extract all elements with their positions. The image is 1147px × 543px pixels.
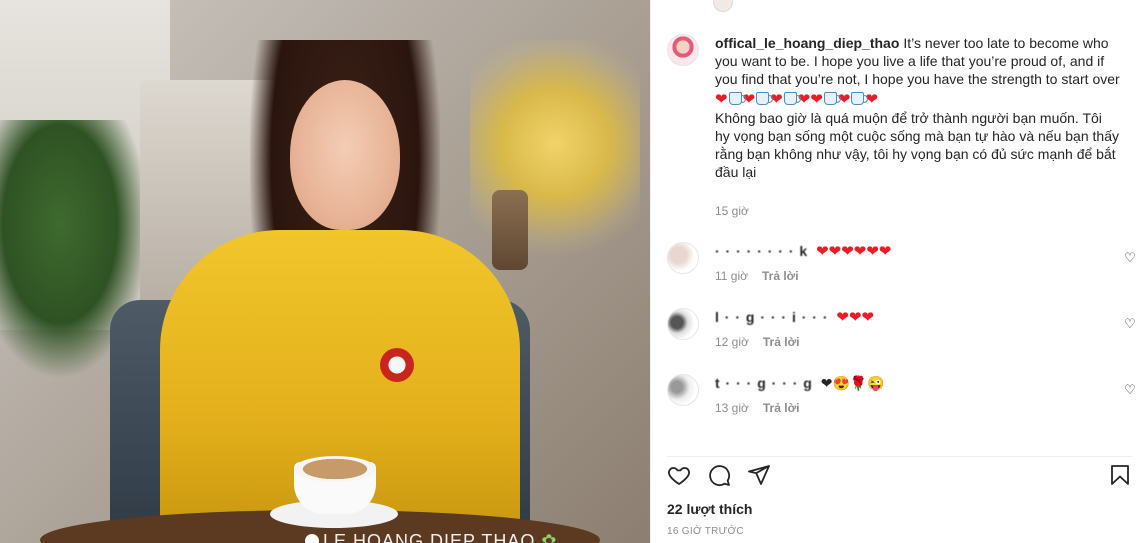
author-avatar[interactable]: [667, 34, 699, 66]
coffee-surface: [294, 456, 376, 482]
comment-like-heart-icon[interactable]: ♡: [1123, 316, 1137, 331]
clover-icon: ✿: [541, 531, 558, 543]
commenter-username[interactable]: · · · · · · · · k: [715, 242, 808, 260]
paper-plane-icon[interactable]: [747, 463, 771, 487]
comment-item: l · · g · · · i · · · ❤❤❤ 12 giờ Trả lời …: [667, 308, 1137, 358]
comment-bubble-icon[interactable]: [707, 463, 731, 487]
jacket-badge: [380, 348, 414, 382]
comment-time: 13 giờ: [715, 401, 749, 415]
comment-time: 12 giờ: [715, 335, 749, 349]
heart-emoji-icon: ❤: [810, 91, 823, 108]
comment-like-heart-icon[interactable]: ♡: [1123, 382, 1137, 397]
comment-text: ❤😍🌹😜: [820, 375, 885, 391]
comment-body: t · · · g · · · g ❤😍🌹😜: [715, 374, 1120, 392]
post-photo[interactable]: LE HOANG DIEP THAO ✿: [0, 0, 650, 543]
bookmark-icon[interactable]: [1108, 463, 1132, 487]
caption-time: 15 giờ: [715, 204, 749, 218]
comment-text: ❤❤❤: [836, 309, 875, 326]
header-avatar[interactable]: [713, 0, 733, 12]
caption-vietnamese: Không bao giờ là quá muộn để trở thành n…: [715, 110, 1119, 180]
comment-like-heart-icon[interactable]: ♡: [1123, 250, 1137, 265]
vase: [492, 190, 528, 270]
author-username[interactable]: offical_le_hoang_diep_thao: [715, 35, 899, 51]
reply-button[interactable]: Trả lời: [763, 401, 800, 415]
subject-face: [290, 80, 400, 230]
comment-time: 11 giờ: [715, 269, 748, 283]
like-count[interactable]: 22 lượt thích: [667, 501, 752, 517]
commenter-username[interactable]: l · · g · · · i · · ·: [715, 308, 829, 326]
mug-emoji-icon: [851, 92, 869, 105]
watermark-logo-icon: [305, 534, 319, 543]
comment-item: · · · · · · · · k ❤❤❤❤❤❤ 11 giờ Trả lời ♡: [667, 242, 1137, 292]
mug-emoji-icon: [823, 92, 841, 105]
comment-body: · · · · · · · · k ❤❤❤❤❤❤: [715, 242, 1120, 261]
comment-body: l · · g · · · i · · · ❤❤❤: [715, 308, 1120, 327]
post-action-bar: [667, 456, 1132, 488]
mug-emoji-icon: [728, 92, 746, 105]
comment-meta: 13 giờ Trả lời: [715, 401, 799, 415]
mug-emoji-icon: [756, 92, 774, 105]
reply-button[interactable]: Trả lời: [763, 335, 800, 349]
photo-watermark: LE HOANG DIEP THAO ✿: [305, 531, 557, 543]
mug-emoji-icon: [783, 92, 801, 105]
commenter-avatar[interactable]: [667, 308, 699, 340]
comments-panel: offical_le_hoang_diep_thao It’s never too…: [650, 0, 1147, 543]
comment-meta: 11 giờ Trả lời: [715, 269, 799, 283]
heart-outline-icon[interactable]: [667, 463, 691, 487]
comment-text: ❤❤❤❤❤❤: [816, 243, 892, 260]
caption-emoji-row: ❤ ❤ ❤ ❤❤ ❤ ❤: [715, 90, 1120, 109]
comment-meta: 12 giờ Trả lời: [715, 335, 799, 349]
heart-emoji-icon: ❤: [715, 91, 728, 108]
reply-button[interactable]: Trả lời: [762, 269, 799, 283]
comment-item: t · · · g · · · g ❤😍🌹😜 13 giờ Trả lời ♡: [667, 374, 1137, 424]
commenter-username[interactable]: t · · · g · · · g: [715, 374, 813, 392]
caption-block: offical_le_hoang_diep_thao It’s never too…: [667, 34, 1137, 224]
caption-body: offical_le_hoang_diep_thao It’s never too…: [715, 34, 1120, 181]
post-timestamp: 16 GIỜ TRƯỚC: [667, 526, 744, 537]
commenter-avatar[interactable]: [667, 242, 699, 274]
commenter-avatar[interactable]: [667, 374, 699, 406]
